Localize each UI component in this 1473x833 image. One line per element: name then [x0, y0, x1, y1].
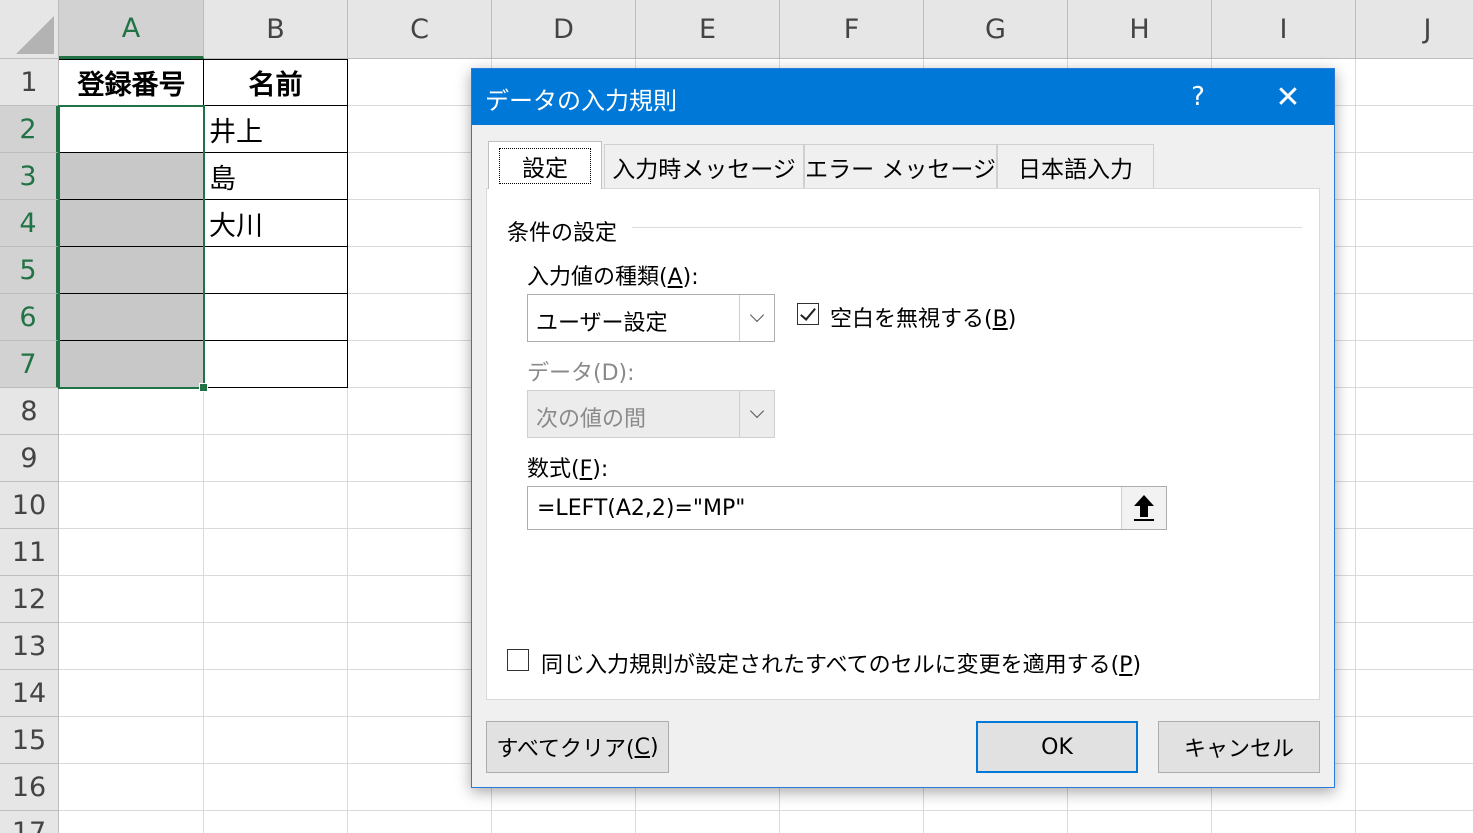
chevron-down-icon: [739, 391, 774, 437]
row-header-13[interactable]: 13: [0, 623, 59, 670]
row-header-9[interactable]: 9: [0, 435, 59, 482]
dialog-titlebar[interactable]: データの入力規則 ? ✕: [472, 69, 1334, 125]
formula-input[interactable]: =LEFT(A2,2)="MP": [527, 486, 1167, 530]
row-header-1[interactable]: 1: [0, 59, 59, 106]
column-header-b[interactable]: B: [204, 0, 348, 59]
gridline: [59, 810, 1473, 811]
tab-label: 入力時メッセージ: [612, 157, 796, 183]
allow-select-value: ユーザー設定: [536, 311, 668, 336]
tab-ime-mode[interactable]: 日本語入力: [997, 144, 1154, 189]
row-header-12[interactable]: 12: [0, 576, 59, 623]
row-header-5[interactable]: 5: [0, 247, 59, 294]
row-header-4[interactable]: 4: [0, 200, 59, 247]
data-label: データ(D):: [527, 361, 635, 386]
group-title-criteria: 条件の設定: [507, 221, 618, 246]
data-select-value: 次の値の間: [536, 407, 647, 432]
column-header-j[interactable]: J: [1356, 0, 1473, 59]
tab-input-message[interactable]: 入力時メッセージ: [604, 144, 804, 189]
cancel-button[interactable]: キャンセル: [1158, 721, 1320, 773]
close-icon: ✕: [1275, 79, 1301, 115]
tab-label: エラー メッセージ: [805, 157, 996, 183]
row-header-17[interactable]: 17: [0, 811, 59, 833]
column-header-g[interactable]: G: [924, 0, 1068, 59]
row-header-6[interactable]: 6: [0, 294, 59, 341]
selection-outline: [58, 105, 205, 389]
cell-a1[interactable]: 登録番号: [60, 60, 203, 105]
allow-label: 入力値の種類(A):: [527, 265, 699, 290]
cell-b4[interactable]: 大川: [204, 200, 347, 246]
formula-input-value: =LEFT(A2,2)="MP": [537, 496, 746, 521]
row-header-8[interactable]: 8: [0, 388, 59, 435]
column-header-c[interactable]: C: [348, 0, 492, 59]
check-icon: [800, 304, 816, 321]
apply-all-label[interactable]: 同じ入力規則が設定されたすべてのセルに変更を適用する(P): [541, 647, 1141, 679]
group-divider: [632, 227, 1302, 228]
formula-label: 数式(F):: [527, 457, 609, 482]
row-header-7[interactable]: 7: [0, 341, 59, 388]
data-select: 次の値の間: [527, 390, 775, 438]
column-header-e[interactable]: E: [636, 0, 780, 59]
row-header-15[interactable]: 15: [0, 717, 59, 764]
column-header-a[interactable]: A: [59, 0, 204, 59]
row-header-14[interactable]: 14: [0, 670, 59, 717]
select-all-button[interactable]: [0, 0, 59, 59]
row-header-11[interactable]: 11: [0, 529, 59, 576]
select-all-triangle-icon: [16, 16, 54, 54]
close-button[interactable]: ✕: [1258, 77, 1318, 117]
ignore-blank-checkbox[interactable]: [797, 303, 819, 325]
column-header-h[interactable]: H: [1068, 0, 1212, 59]
column-header-d[interactable]: D: [492, 0, 636, 59]
cell-b1[interactable]: 名前: [204, 60, 347, 105]
tab-settings[interactable]: 設定: [488, 141, 602, 189]
dialog-title: データの入力規則: [485, 87, 677, 115]
tab-label: 日本語入力: [1018, 157, 1133, 183]
range-ref-button[interactable]: [1121, 487, 1166, 529]
cell-b2[interactable]: 井上: [204, 106, 347, 152]
row-header-2[interactable]: 2: [0, 106, 59, 153]
cell-b3[interactable]: 島: [204, 153, 347, 199]
row-header-3[interactable]: 3: [0, 153, 59, 200]
question-icon: ?: [1191, 82, 1205, 112]
settings-panel: 条件の設定 入力値の種類(A): ユーザー設定 空白を無視する(B) データ(D…: [486, 188, 1320, 700]
row-header-16[interactable]: 16: [0, 764, 59, 811]
ignore-blank-label[interactable]: 空白を無視する(B): [830, 301, 1016, 333]
tab-label: 設定: [499, 147, 591, 184]
allow-select[interactable]: ユーザー設定: [527, 294, 775, 342]
row-header-10[interactable]: 10: [0, 482, 59, 529]
chevron-down-icon[interactable]: [739, 295, 774, 341]
tab-error-message[interactable]: エラー メッセージ: [804, 144, 997, 189]
clear-all-button[interactable]: すべてクリア(C): [486, 721, 669, 773]
column-header-i[interactable]: I: [1212, 0, 1356, 59]
ok-button[interactable]: OK: [976, 721, 1138, 773]
apply-all-checkbox[interactable]: [507, 649, 529, 671]
fill-handle[interactable]: [199, 383, 208, 392]
help-button[interactable]: ?: [1168, 77, 1228, 117]
data-validation-dialog: データの入力規則 ? ✕ 設定 入力時メッセージ エラー メッセージ 日本語入力…: [471, 68, 1335, 788]
table-border: [347, 59, 348, 388]
arrow-up-icon: [1134, 495, 1154, 521]
column-header-f[interactable]: F: [780, 0, 924, 59]
